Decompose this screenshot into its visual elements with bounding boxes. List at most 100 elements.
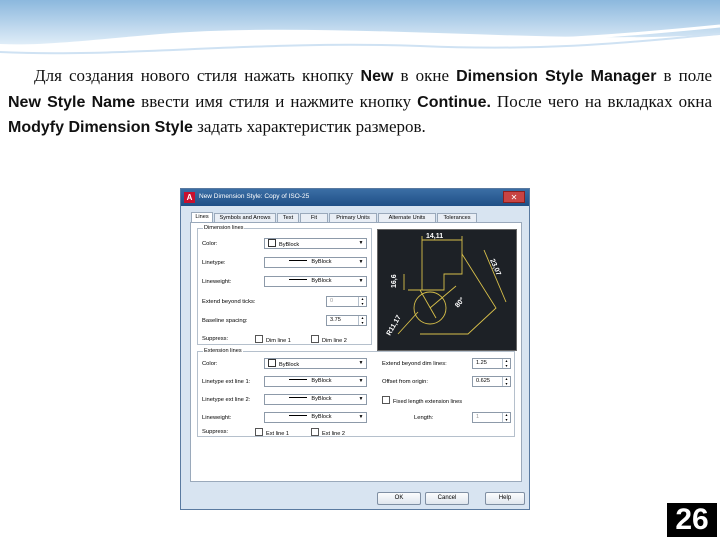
checkbox-label: Ext line 1 (266, 431, 290, 437)
line-sample-icon (289, 415, 308, 416)
combo-value: ByBlock (311, 396, 332, 402)
bold-dimension-style-manager: Dimension Style Manager (456, 68, 657, 85)
checkbox-label: Dim line 1 (266, 338, 291, 344)
close-icon[interactable]: ✕ (503, 191, 525, 203)
dialog-titlebar[interactable]: A New Dimension Style: Copy of ISO-25 ✕ (181, 189, 529, 206)
group-title: Dimension lines (203, 225, 245, 231)
ext-lineweight-label: Lineweight: (202, 415, 232, 421)
ext-color-label: Color: (202, 361, 218, 367)
ext-lineweight-select[interactable]: ByBlock ▼ (264, 412, 367, 423)
extend-beyond-ticks-label: Extend beyond ticks: (202, 299, 256, 305)
instruction-paragraph: Для создания нового стиля нажать кнопку … (8, 64, 712, 141)
combo-value: ByBlock (311, 414, 332, 420)
dialog-title: New Dimension Style: Copy of ISO-25 (199, 193, 310, 200)
ext-linetype2-select[interactable]: ByBlock ▼ (264, 394, 367, 405)
spinner-arrows-icon[interactable]: ▲ ▼ (358, 316, 366, 325)
extend-beyond-ticks-spinner[interactable]: 0 ▲ ▼ (326, 296, 367, 307)
combo-value: ByBlock (311, 259, 332, 265)
checkbox-icon (311, 428, 319, 436)
checkbox-label: Dim line 2 (322, 338, 347, 344)
checkbox-label: Fixed length extension lines (393, 399, 463, 405)
spinner-value: 0 (330, 298, 334, 304)
spinner-value: 3.75 (330, 317, 341, 323)
length-spinner[interactable]: 1 ▲ ▼ (472, 412, 511, 423)
chevron-down-icon: ▼ (358, 396, 364, 402)
text-run: ввести имя стиля и нажмите кнопку (135, 91, 418, 111)
combo-value: ByBlock (311, 378, 332, 384)
spinner-arrows-icon[interactable]: ▲ ▼ (502, 413, 510, 422)
combo-value: ByBlock (279, 362, 300, 368)
line-sample-icon (289, 260, 308, 261)
ext-line-2-checkbox[interactable]: Ext line 2 (311, 428, 345, 437)
style-preview: 14,11 16,6 23,07 R11,17 80° (377, 229, 517, 351)
bold-new: New (360, 68, 394, 85)
spinner-arrows-icon[interactable]: ▲ ▼ (358, 297, 366, 306)
ext-linetype1-label: Linetype ext line 1: (202, 379, 251, 385)
ext-color-select[interactable]: ByBlock ▼ (264, 358, 367, 369)
autocad-app-icon: A (184, 192, 195, 203)
dimension-style-dialog: A New Dimension Style: Copy of ISO-25 ✕ … (180, 188, 530, 510)
dim-line-1-checkbox[interactable]: Dim line 1 (255, 335, 291, 344)
length-label: Length: (414, 415, 434, 421)
chevron-down-icon: ▼ (358, 240, 364, 246)
combo-value: ByBlock (311, 278, 332, 284)
extend-beyond-dim-lines-spinner[interactable]: 1.25 ▲ ▼ (472, 358, 511, 369)
preview-dim-angle: 80° (453, 296, 466, 309)
preview-dim-top: 14,11 (426, 233, 443, 240)
cancel-button[interactable]: Cancel (425, 492, 469, 505)
page-number: 26 (667, 503, 717, 537)
fixed-length-checkbox[interactable]: Fixed length extension lines (382, 396, 462, 405)
bold-new-style-name: New Style Name (8, 93, 136, 111)
extension-lines-group: Extension lines Color: ByBlock ▼ Linetype… (197, 348, 515, 437)
color-swatch-icon (268, 239, 276, 247)
header-swoosh (0, 0, 720, 55)
text-run: Для создания нового стиля нажать кнопку (34, 66, 361, 85)
dimension-lines-group: Dimension lines Color: ByBlock ▼ Linetype… (197, 225, 372, 345)
dim-color-select[interactable]: ByBlock ▼ (264, 238, 367, 249)
spinner-arrows-icon[interactable]: ▲ ▼ (502, 377, 510, 386)
checkbox-icon (311, 335, 319, 343)
lines-tab-panel: Dimension lines Color: ByBlock ▼ Linetype… (190, 222, 522, 482)
group-title: Extension lines (203, 348, 243, 354)
offset-from-origin-label: Offset from origin: (382, 379, 428, 385)
dim-linetype-select[interactable]: ByBlock ▼ (264, 257, 367, 268)
checkbox-icon (255, 335, 263, 343)
ext-linetype1-select[interactable]: ByBlock ▼ (264, 376, 367, 387)
dim-lineweight-label: Lineweight: (202, 279, 232, 285)
combo-value: ByBlock (279, 242, 300, 248)
chevron-down-icon: ▼ (358, 360, 364, 366)
spinner-value: 1.25 (476, 360, 487, 366)
baseline-spacing-spinner[interactable]: 3.75 ▲ ▼ (326, 315, 367, 326)
dim-suppress-label: Suppress: (202, 336, 229, 342)
baseline-spacing-label: Baseline spacing: (202, 318, 248, 324)
offset-from-origin-spinner[interactable]: 0.625 ▲ ▼ (472, 376, 511, 387)
ext-suppress-label: Suppress: (202, 429, 229, 435)
help-button[interactable]: Help (485, 492, 525, 505)
line-sample-icon (289, 379, 308, 380)
text-run: в поле (656, 66, 713, 85)
checkbox-icon (255, 428, 263, 436)
ext-line-1-checkbox[interactable]: Ext line 1 (255, 428, 289, 437)
ext-linetype2-label: Linetype ext line 2: (202, 397, 251, 403)
preview-dim-radius: R11,17 (386, 314, 403, 337)
ok-button[interactable]: OK (377, 492, 421, 505)
preview-dim-right: 23,07 (488, 258, 502, 277)
preview-drawing: 14,11 16,6 23,07 R11,17 80° (386, 233, 507, 337)
spinner-value: 1 (476, 414, 480, 420)
extend-beyond-dim-lines-label: Extend beyond dim lines: (382, 361, 447, 367)
text-run: После чего на вкладках окна (490, 91, 712, 111)
text-run: в окне (393, 66, 457, 85)
spinner-value: 0.625 (476, 378, 490, 384)
dim-linetype-label: Linetype: (202, 260, 226, 266)
dim-line-2-checkbox[interactable]: Dim line 2 (311, 335, 347, 344)
spinner-arrows-icon[interactable]: ▲ ▼ (502, 359, 510, 368)
chevron-down-icon: ▼ (358, 414, 364, 420)
preview-dim-left: 16,6 (391, 274, 398, 288)
line-sample-icon (289, 279, 308, 280)
dim-color-label: Color: (202, 241, 218, 247)
chevron-down-icon: ▼ (358, 378, 364, 384)
dim-lineweight-select[interactable]: ByBlock ▼ (264, 276, 367, 287)
checkbox-icon (382, 396, 390, 404)
chevron-down-icon: ▼ (358, 278, 364, 284)
color-swatch-icon (268, 359, 276, 367)
